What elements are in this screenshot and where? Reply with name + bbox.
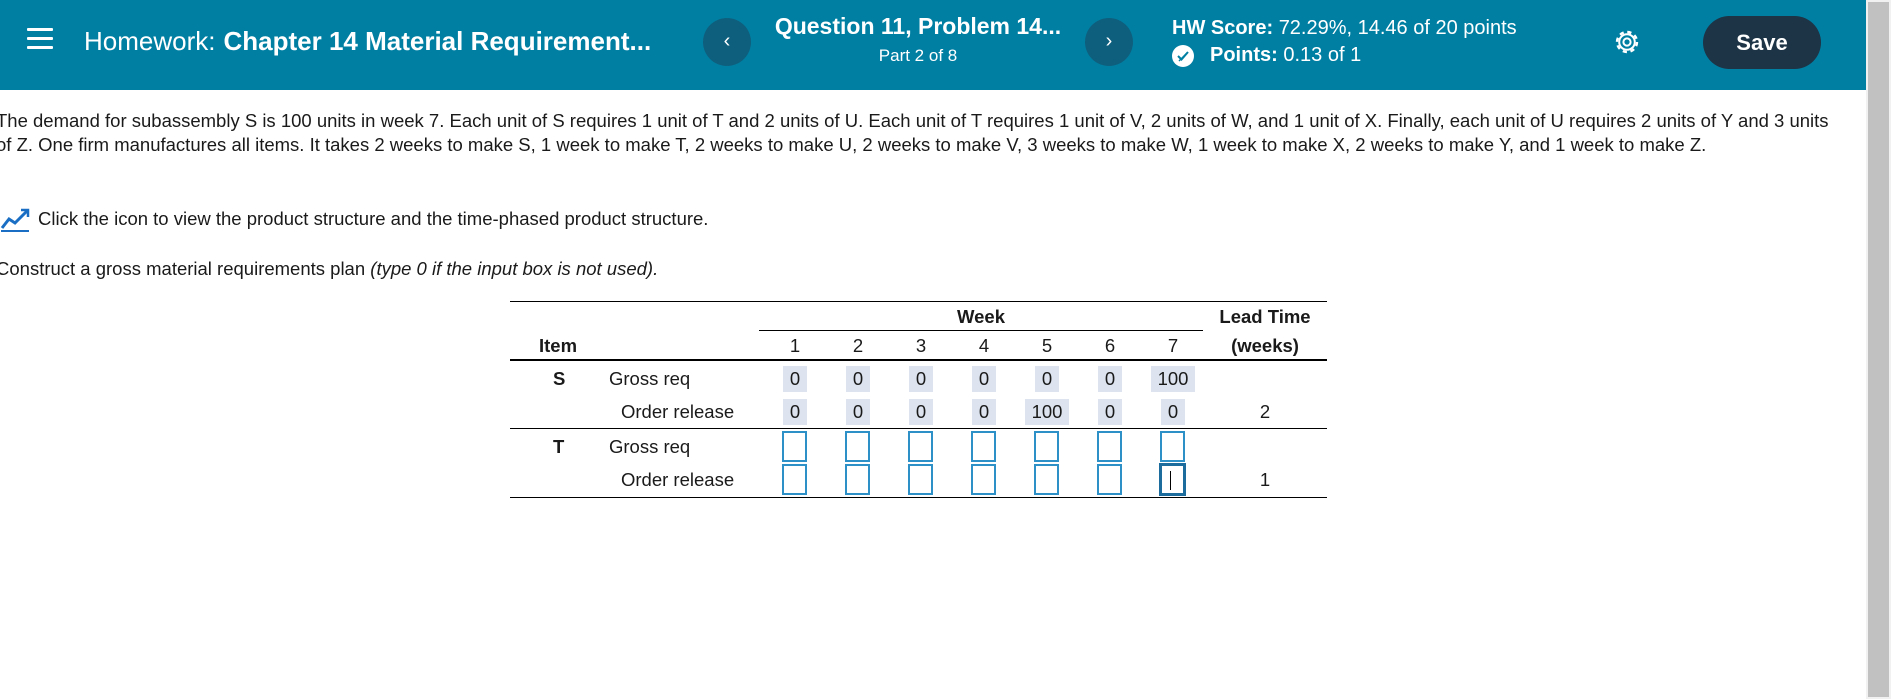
s-gross-week-4: 0	[972, 366, 996, 392]
t-lead-time: 1	[1259, 469, 1271, 490]
table-bottom-rule	[510, 497, 1327, 498]
t-order-release-label: Order release	[621, 469, 735, 490]
save-button[interactable]: Save	[1703, 16, 1821, 69]
s-order-week-2: 0	[846, 399, 870, 425]
lead-time-unit-header: (weeks)	[1231, 335, 1299, 356]
header-bar: Homework: Chapter 14 Material Requirement…	[0, 0, 1866, 90]
chevron-right-icon: ›	[1105, 30, 1113, 52]
t-order-week-7-input[interactable]	[1160, 464, 1185, 495]
week-header-rule	[759, 330, 1203, 331]
t-order-week-1-input[interactable]	[782, 464, 807, 495]
item-t: T	[553, 436, 565, 457]
text-cursor	[1170, 471, 1171, 490]
chart-link-text: Click the icon to view the product struc…	[38, 208, 709, 229]
gross-requirements-table: Week Lead Time Item 1 2 3 4 5 6 7 (weeks…	[510, 301, 1327, 498]
s-gross-week-3: 0	[909, 366, 933, 392]
chart-link-line: Click the icon to view the product struc…	[0, 206, 708, 232]
s-gross-week-7: 100	[1151, 366, 1195, 392]
t-order-week-3-input[interactable]	[908, 464, 933, 495]
t-gross-week-6-input[interactable]	[1097, 431, 1122, 462]
s-gross-week-6: 0	[1098, 366, 1122, 392]
item-s: S	[553, 368, 566, 389]
week-4-header: 4	[978, 335, 990, 356]
question-part: Part 2 of 8	[878, 46, 958, 65]
week-1-header: 1	[789, 335, 801, 356]
points-label: Points:	[1210, 44, 1278, 66]
chart-line-icon[interactable]	[0, 206, 30, 232]
t-gross-week-2-input[interactable]	[845, 431, 870, 462]
problem-statement: The demand for subassembly S is 100 unit…	[0, 110, 1829, 155]
gear-icon[interactable]	[1612, 27, 1642, 57]
t-gross-week-4-input[interactable]	[971, 431, 996, 462]
hw-score: HW Score: 72.29%, 14.46 of 20 points	[1172, 17, 1517, 40]
t-gross-week-5-input[interactable]	[1034, 431, 1059, 462]
header-bottom-rule	[510, 359, 1327, 361]
homework-label: Homework:	[84, 26, 216, 56]
points-value: 0.13 of 1	[1283, 44, 1362, 66]
hamburger-menu-icon[interactable]	[27, 28, 53, 52]
s-order-week-6: 0	[1098, 399, 1122, 425]
s-order-week-7: 0	[1161, 399, 1185, 425]
instruction: Construct a gross material requirements …	[0, 258, 658, 280]
item-header: Item	[539, 335, 578, 356]
previous-question-button[interactable]: ‹	[703, 18, 751, 66]
row-divider	[510, 428, 1327, 429]
hw-score-label: HW Score:	[1172, 17, 1274, 39]
s-order-week-4: 0	[972, 399, 996, 425]
s-gross-week-1: 0	[783, 366, 807, 392]
week-header: Week	[957, 306, 1005, 327]
table-top-rule	[510, 301, 1327, 302]
next-question-button[interactable]: ›	[1085, 18, 1133, 66]
s-order-release-label: Order release	[621, 401, 735, 422]
week-5-header: 5	[1041, 335, 1053, 356]
homework-name: Chapter 14 Material Requirement...	[223, 26, 652, 56]
s-gross-req-label: Gross req	[609, 368, 691, 389]
question-title: Question 11, Problem 14...	[774, 13, 1062, 39]
t-order-week-4-input[interactable]	[971, 464, 996, 495]
partial-credit-icon	[1172, 44, 1194, 67]
s-gross-week-5: 0	[1035, 366, 1059, 392]
points: Points: 0.13 of 1	[1172, 44, 1361, 67]
week-6-header: 6	[1104, 335, 1116, 356]
t-order-week-6-input[interactable]	[1097, 464, 1122, 495]
lead-time-header: Lead Time	[1219, 306, 1311, 327]
scrollbar-thumb[interactable]	[1868, 2, 1889, 697]
s-order-week-5: 100	[1025, 399, 1069, 425]
homework-title: Homework: Chapter 14 Material Requirement…	[84, 26, 651, 57]
chevron-left-icon: ‹	[723, 30, 731, 52]
t-gross-week-1-input[interactable]	[782, 431, 807, 462]
t-gross-week-7-input[interactable]	[1160, 431, 1185, 462]
s-gross-week-2: 0	[846, 366, 870, 392]
instruction-note: (type 0 if the input box is not used).	[370, 258, 659, 279]
instruction-text: Construct a gross material requirements …	[0, 258, 371, 279]
week-7-header: 7	[1167, 335, 1179, 356]
hw-score-value: 72.29%, 14.46 of 20 points	[1278, 17, 1517, 39]
s-order-week-3: 0	[909, 399, 933, 425]
t-order-week-5-input[interactable]	[1034, 464, 1059, 495]
s-lead-time: 2	[1259, 401, 1271, 422]
t-gross-week-3-input[interactable]	[908, 431, 933, 462]
s-order-week-1: 0	[783, 399, 807, 425]
week-2-header: 2	[852, 335, 864, 356]
t-gross-req-label: Gross req	[609, 436, 691, 457]
week-3-header: 3	[915, 335, 927, 356]
t-order-week-2-input[interactable]	[845, 464, 870, 495]
